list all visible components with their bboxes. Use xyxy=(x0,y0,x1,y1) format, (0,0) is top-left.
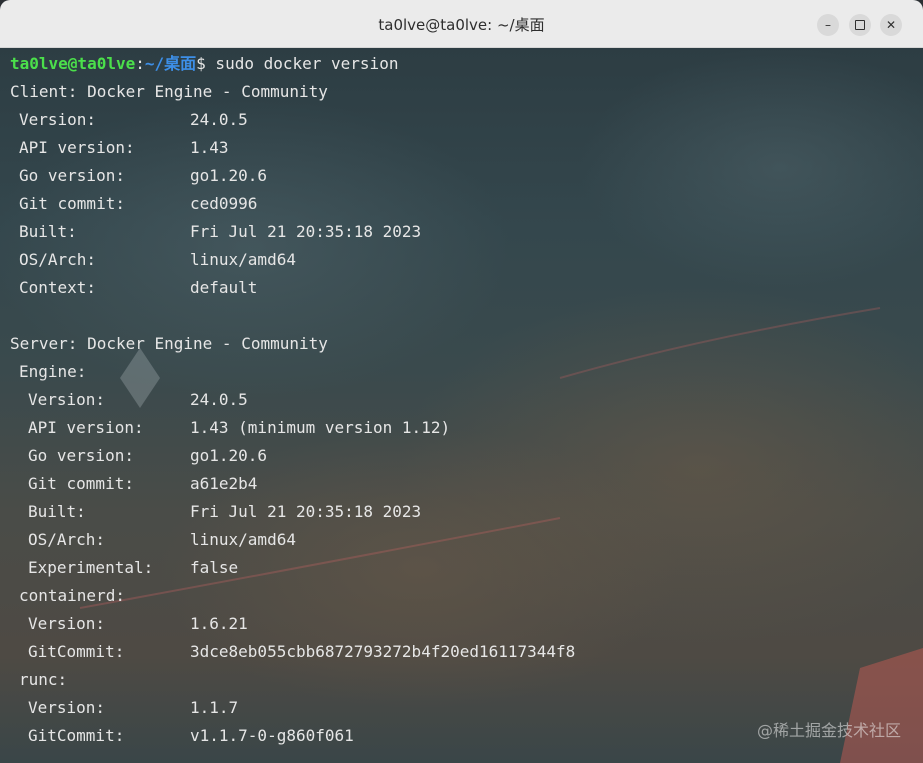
client-row: Git commit: ced0996 xyxy=(10,190,398,218)
close-button[interactable]: ✕ xyxy=(880,14,902,36)
minimize-button[interactable]: – xyxy=(817,14,839,36)
prompt-colon: : xyxy=(135,54,145,73)
engine-row: Git commit: a61e2b4 xyxy=(10,470,398,498)
minimize-icon: – xyxy=(825,18,831,32)
row-value: v1.1.7-0-g860f061 xyxy=(190,726,354,745)
runc-row: GitCommit: v1.1.7-0-g860f061 xyxy=(10,722,398,750)
row-key: OS/Arch: xyxy=(19,250,97,269)
window-title: ta0lve@ta0lve: ~/桌面 xyxy=(378,16,545,34)
row-key: Version: xyxy=(28,614,106,633)
server-header: Server: Docker Engine - Community xyxy=(10,334,328,353)
prompt-line: ta0lve@ta0lve:~/桌面$ sudo docker version xyxy=(10,50,398,78)
row-key: Experimental: xyxy=(28,558,154,577)
row-key: Version: xyxy=(19,110,97,129)
runc-label: runc: xyxy=(19,670,68,689)
engine-row: Built: Fri Jul 21 20:35:18 2023 xyxy=(10,498,421,526)
row-value: Fri Jul 21 20:35:18 2023 xyxy=(190,222,422,241)
row-key: API version: xyxy=(28,418,144,437)
row-value: linux/amd64 xyxy=(190,530,296,549)
row-key: Go version: xyxy=(28,446,134,465)
row-value: 24.0.5 xyxy=(190,110,248,129)
row-key: GitCommit: xyxy=(28,726,125,745)
row-value: a61e2b4 xyxy=(190,474,258,493)
close-icon: ✕ xyxy=(885,18,897,32)
row-key: Git commit: xyxy=(19,194,125,213)
row-key: Version: xyxy=(28,390,106,409)
maximize-button[interactable] xyxy=(849,14,871,36)
row-value: 1.43 (minimum version 1.12) xyxy=(190,418,451,437)
title-bar[interactable]: ta0lve@ta0lve: ~/桌面 – ✕ xyxy=(0,0,923,48)
row-key: Go version: xyxy=(19,166,125,185)
engine-row: Experimental: false xyxy=(10,554,398,582)
row-value: go1.20.6 xyxy=(190,446,268,465)
engine-row: Version: 24.0.5 xyxy=(10,386,398,414)
row-value: default xyxy=(190,278,258,297)
row-value: 3dce8eb055cbb6872793272b4f20ed16117344f8 xyxy=(190,642,576,661)
row-value: false xyxy=(190,558,239,577)
client-header: Client: Docker Engine - Community xyxy=(10,82,328,101)
row-value: 1.6.21 xyxy=(190,614,248,633)
row-value: go1.20.6 xyxy=(190,166,268,185)
client-row: Built: Fri Jul 21 20:35:18 2023 xyxy=(10,218,421,246)
engine-row: OS/Arch: linux/amd64 xyxy=(10,526,398,554)
terminal-area[interactable]: ta0lve@ta0lve:~/桌面$ sudo docker version … xyxy=(0,48,923,763)
row-value: 1.1.7 xyxy=(190,698,239,717)
command-text: sudo docker version xyxy=(205,54,399,73)
row-value: linux/amd64 xyxy=(190,250,296,269)
engine-row: API version: 1.43 (minimum version 1.12) xyxy=(10,414,450,442)
row-value: Fri Jul 21 20:35:18 2023 xyxy=(190,502,422,521)
row-key: GitCommit: xyxy=(28,642,125,661)
runc-row: Version: 1.1.7 xyxy=(10,694,398,722)
client-row: Context: default xyxy=(10,274,398,302)
client-row: API version: 1.43 xyxy=(10,134,398,162)
client-row: Go version: go1.20.6 xyxy=(10,162,398,190)
row-key: API version: xyxy=(19,138,135,157)
terminal-output: ta0lve@ta0lve:~/桌面$ sudo docker version … xyxy=(10,50,575,750)
terminal-window: ta0lve@ta0lve: ~/桌面 – ✕ ta0lve@ta0lve:~/… xyxy=(0,0,923,763)
row-key: Git commit: xyxy=(28,474,134,493)
containerd-row: GitCommit: 3dce8eb055cbb6872793272b4f20ed… xyxy=(10,638,575,666)
client-row: Version: 24.0.5 xyxy=(10,106,398,134)
row-value: ced0996 xyxy=(190,194,258,213)
client-row: OS/Arch: linux/amd64 xyxy=(10,246,398,274)
engine-row: Go version: go1.20.6 xyxy=(10,442,398,470)
containerd-row: Version: 1.6.21 xyxy=(10,610,398,638)
containerd-label: containerd: xyxy=(19,586,125,605)
row-key: Built: xyxy=(28,502,86,521)
row-key: Context: xyxy=(19,278,97,297)
watermark: @稀土掘金技术社区 xyxy=(756,721,901,740)
row-value: 1.43 xyxy=(190,138,229,157)
row-key: Version: xyxy=(28,698,106,717)
prompt-path: ~/桌面 xyxy=(144,54,197,73)
engine-label: Engine: xyxy=(19,362,87,381)
maximize-icon xyxy=(855,19,865,30)
row-key: OS/Arch: xyxy=(28,530,106,549)
prompt-dollar: $ xyxy=(196,54,206,73)
row-key: Built: xyxy=(19,222,77,241)
row-value: 24.0.5 xyxy=(190,390,248,409)
prompt-user: ta0lve@ta0lve xyxy=(10,54,136,73)
